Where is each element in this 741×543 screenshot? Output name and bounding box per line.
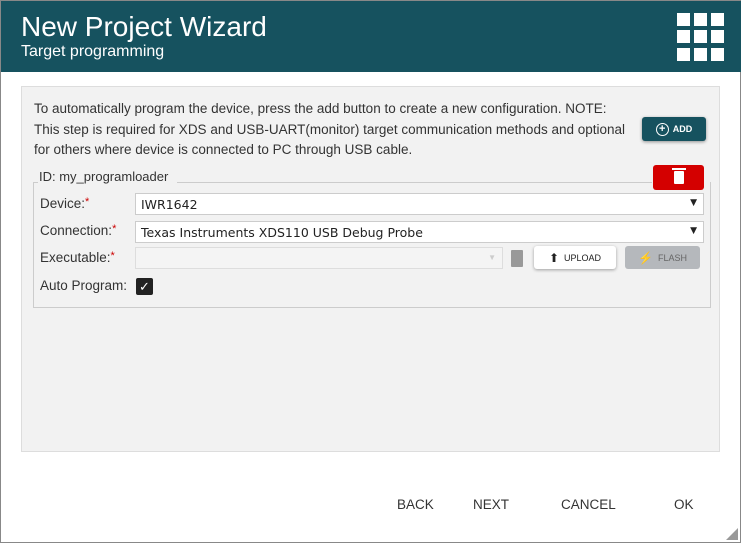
cancel-button[interactable]: CANCEL — [561, 497, 616, 512]
upload-icon: ⬆ — [548, 250, 560, 265]
executable-select[interactable]: ▼ — [135, 247, 503, 269]
trash-icon — [671, 168, 686, 184]
back-button[interactable]: BACK — [397, 497, 434, 512]
next-button[interactable]: NEXT — [473, 497, 509, 512]
clear-executable-trash-icon[interactable] — [511, 250, 523, 267]
executable-label: Executable: — [40, 250, 111, 265]
connection-select[interactable]: Texas Instruments XDS110 USB Debug Probe… — [135, 221, 704, 243]
plus-circle-icon: + — [655, 122, 669, 136]
connection-value: Texas Instruments XDS110 USB Debug Probe — [141, 225, 423, 240]
dropdown-arrow-icon: ▼ — [488, 253, 496, 262]
device-select[interactable]: IWR1642 ▼ — [135, 193, 704, 215]
connection-label: Connection: — [40, 223, 113, 238]
dropdown-arrow-icon: ▼ — [690, 198, 697, 208]
delete-config-button[interactable] — [653, 165, 704, 190]
auto-program-label: Auto Program: — [40, 278, 128, 293]
config-id: ID: my_programloader — [39, 169, 169, 184]
instructions-text: To automatically program the device, pre… — [34, 101, 626, 157]
add-button[interactable]: + ADD — [642, 117, 706, 141]
dropdown-arrow-icon: ▼ — [690, 226, 697, 236]
upload-button[interactable]: ⬆ UPLOAD — [534, 246, 616, 269]
device-value: IWR1642 — [141, 197, 198, 212]
wizard-subtitle: Target programming — [21, 43, 165, 60]
device-label: Device: — [40, 196, 86, 211]
wizard-title: New Project Wizard — [21, 11, 267, 42]
lightning-icon: ⚡ — [638, 250, 653, 265]
add-label: ADD — [672, 124, 693, 134]
content-panel: To automatically program the device, pre… — [21, 86, 720, 452]
flash-button[interactable]: ⚡ FLASH — [625, 246, 700, 269]
wizard-header: New Project Wizard Target programming — [1, 1, 741, 72]
resize-grip-icon[interactable] — [726, 528, 738, 540]
auto-program-checkbox[interactable]: ✓ — [136, 278, 153, 295]
ok-button[interactable]: OK — [674, 497, 694, 512]
app-grid-icon — [677, 13, 725, 61]
